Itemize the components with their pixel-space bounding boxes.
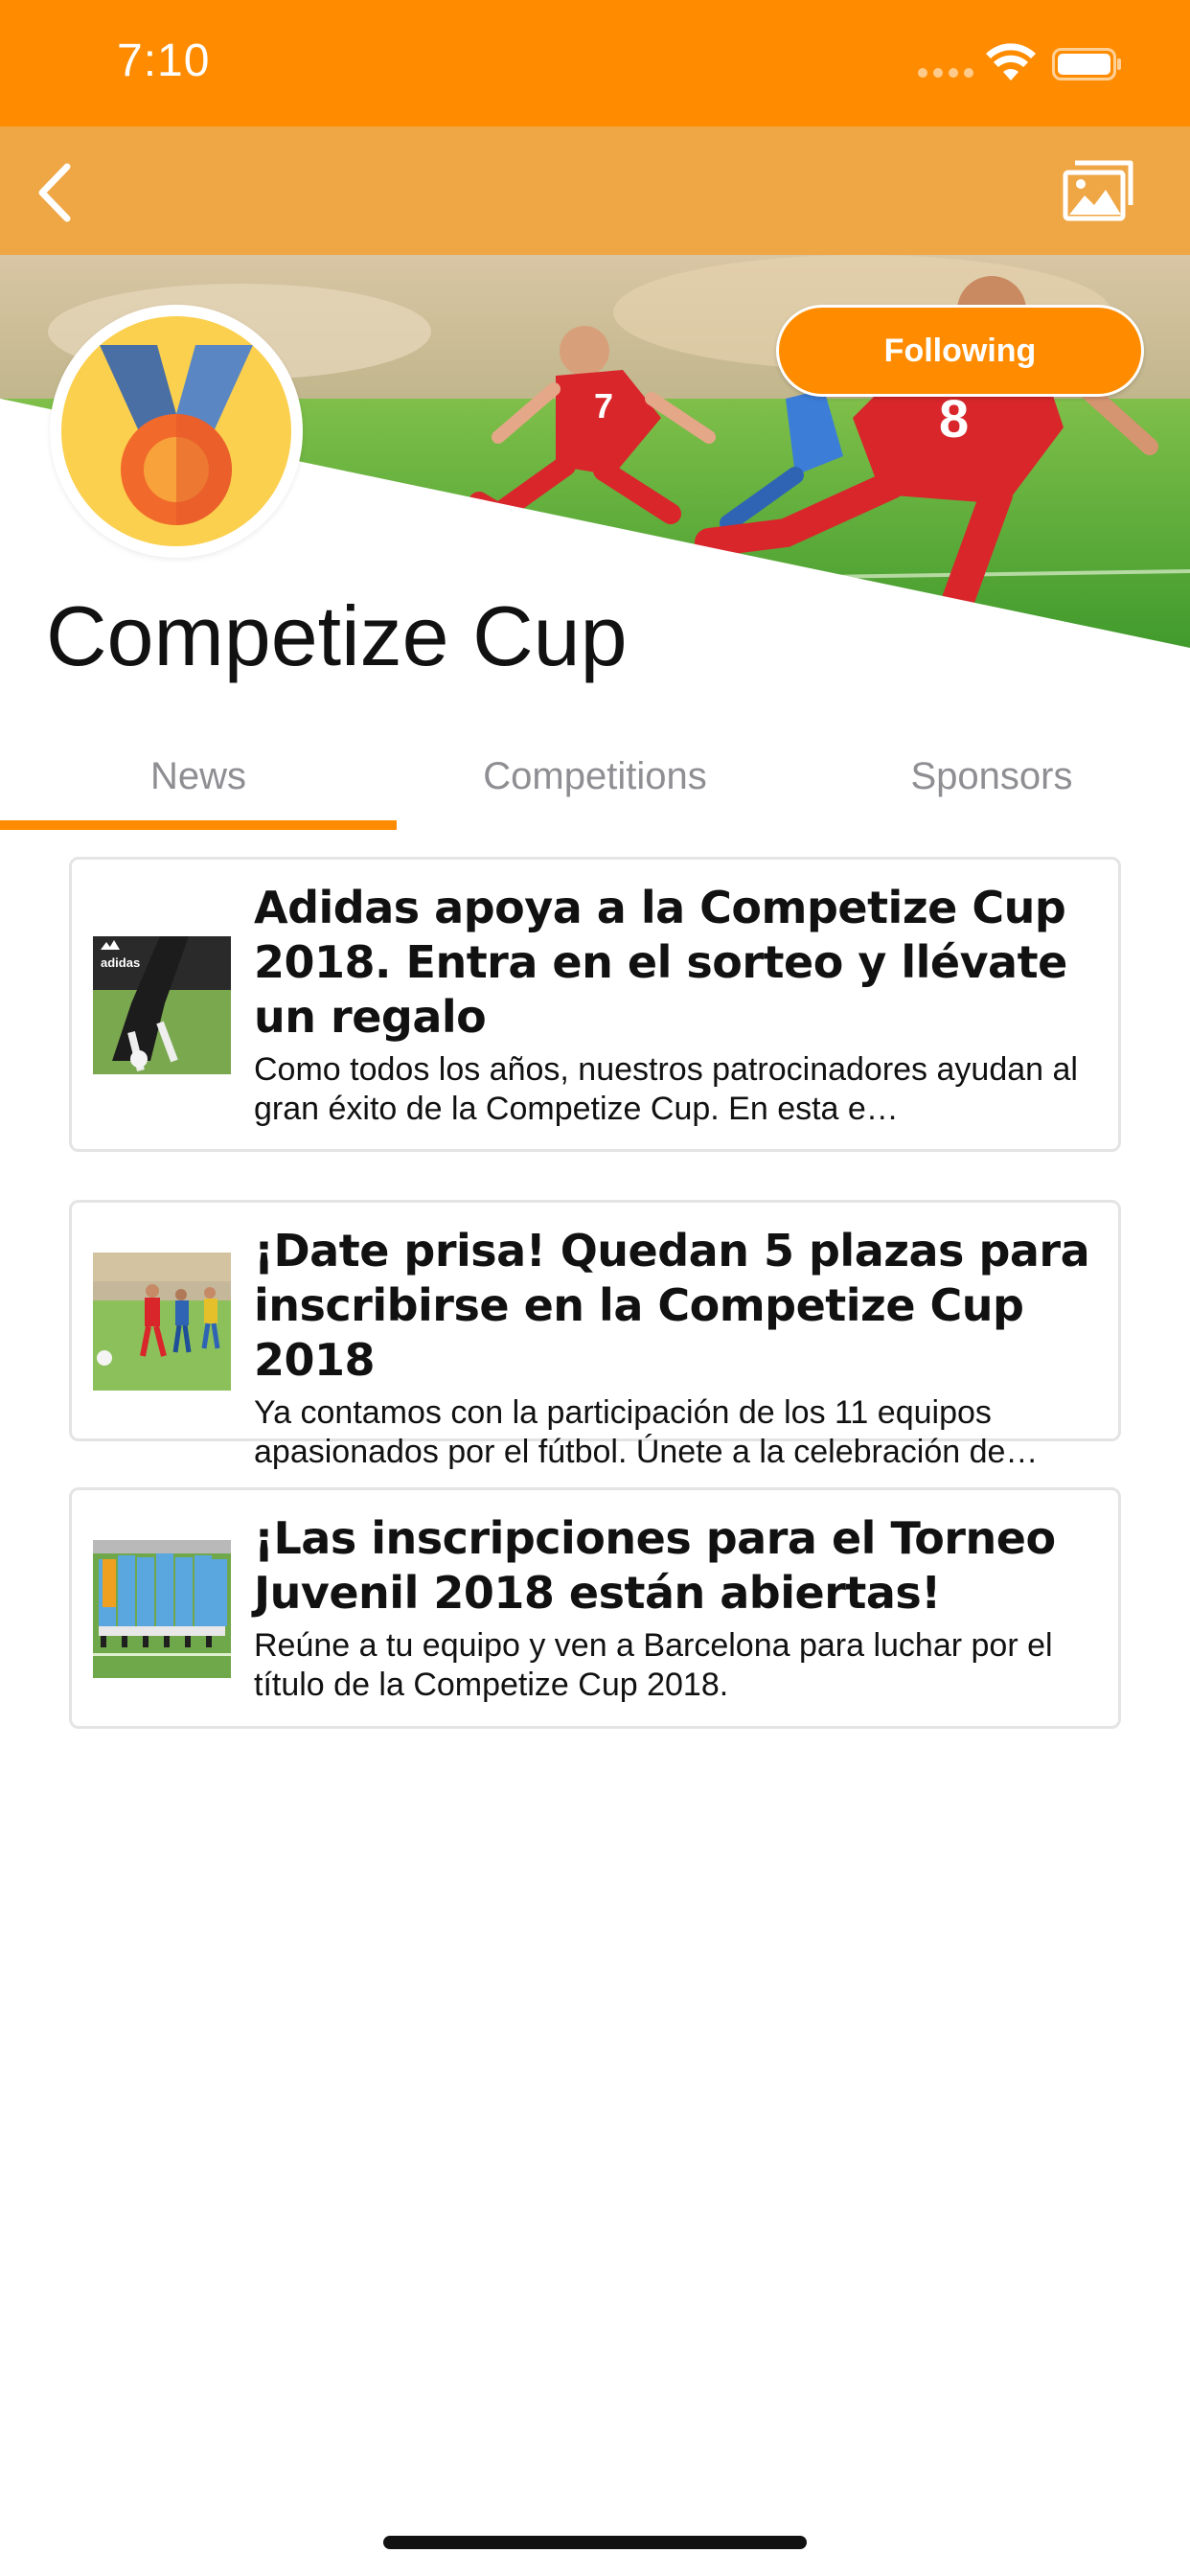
navigation-bar (0, 126, 1190, 255)
tab-bar: News Competitions Sponsors (0, 728, 1190, 832)
news-thumbnail (93, 1253, 231, 1391)
tab-competitions[interactable]: Competitions (397, 728, 793, 824)
news-title: Adidas apoya a la Competize Cup 2018. En… (254, 882, 1067, 1043)
wifi-icon (986, 43, 1036, 80)
status-time: 7:10 (117, 35, 211, 86)
cellular-signal-icon (918, 68, 975, 78)
tab-news[interactable]: News (0, 728, 397, 824)
adidas-logo-text: adidas (101, 955, 141, 970)
photo-gallery-icon[interactable] (1062, 157, 1134, 222)
status-bar: 7:10 (0, 0, 1190, 126)
news-item[interactable]: adidas Adidas apoya a la Competize Cup 2… (69, 857, 1121, 1152)
svg-text:8: 8 (939, 388, 969, 448)
news-thumbnail: adidas (93, 936, 231, 1074)
battery-icon (1052, 48, 1121, 80)
news-summary: Ya contamos con la participación de los … (254, 1394, 1039, 1470)
tab-sponsors[interactable]: Sponsors (793, 728, 1190, 824)
home-indicator[interactable] (383, 2536, 807, 2549)
news-title: ¡Las inscripciones para el Torneo Juveni… (254, 1512, 1056, 1619)
medal-icon (61, 316, 291, 546)
news-item[interactable]: ¡Date prisa! Quedan 5 plazas para inscri… (69, 1200, 1121, 1470)
svg-text:7: 7 (594, 386, 613, 426)
page-title: Competize Cup (46, 588, 628, 683)
news-summary: Reúne a tu equipo y ven a Barcelona para… (254, 1627, 1053, 1703)
chevron-left-icon[interactable] (31, 161, 79, 224)
avatar (50, 305, 303, 558)
tab-indicator (0, 820, 397, 830)
news-thumbnail (93, 1540, 231, 1678)
news-summary: Como todos los años, nuestros patrocinad… (254, 1051, 1078, 1127)
news-item[interactable]: ¡Las inscripciones para el Torneo Juveni… (69, 1487, 1121, 1729)
screen: 7:10 7 8 Following Competize Cup News Co… (0, 0, 1190, 2576)
following-button[interactable]: Following (776, 305, 1144, 397)
news-title: ¡Date prisa! Quedan 5 plazas para inscri… (254, 1225, 1090, 1386)
